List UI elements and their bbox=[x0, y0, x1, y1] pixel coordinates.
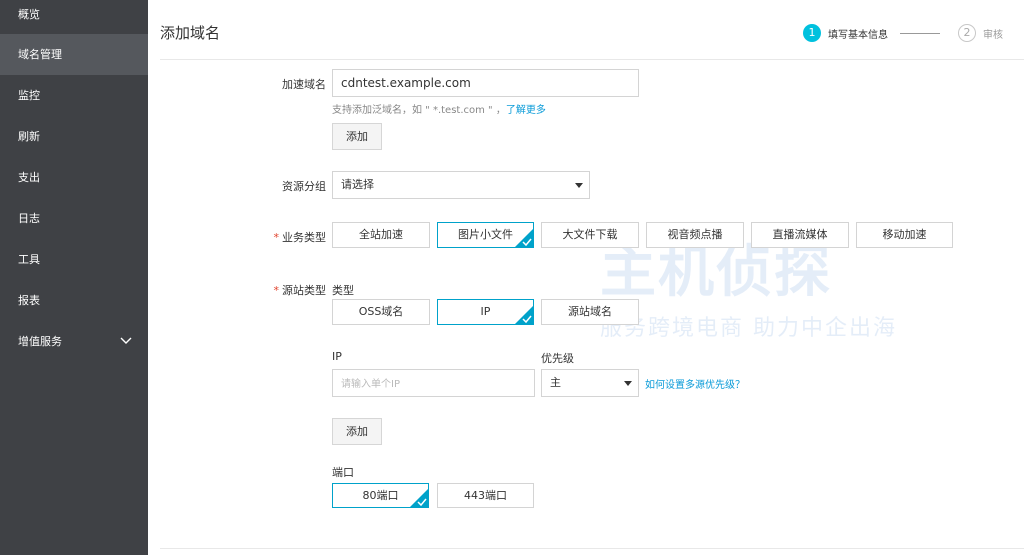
ip-label: IP bbox=[332, 350, 342, 363]
port-option-label: 80端口 bbox=[362, 489, 399, 502]
sidebar-item-label: 监控 bbox=[18, 89, 40, 102]
priority-label: 优先级 bbox=[541, 352, 574, 365]
priority-select[interactable]: 主 bbox=[541, 369, 639, 397]
business-option-full-site[interactable]: 全站加速 bbox=[332, 222, 430, 248]
caret-down-icon bbox=[575, 183, 583, 188]
group-select-value: 请选择 bbox=[341, 178, 374, 191]
origin-type-label: 类型 bbox=[332, 284, 354, 297]
port-label: 端口 bbox=[332, 466, 354, 479]
sidebar-item-refresh[interactable]: 刷新 bbox=[0, 116, 148, 157]
sidebar-item-domain-management[interactable]: 域名管理 bbox=[0, 34, 148, 75]
ip-input[interactable] bbox=[332, 369, 535, 397]
sidebar-item-monitor[interactable]: 监控 bbox=[0, 75, 148, 116]
sidebar-item-value-added[interactable]: 增值服务 bbox=[0, 321, 148, 362]
divider bbox=[160, 548, 1024, 549]
step-label: 填写基本信息 bbox=[828, 29, 888, 41]
sidebar-item-label: 报表 bbox=[18, 294, 40, 307]
sidebar-item-overview[interactable]: 概览 bbox=[0, 0, 148, 34]
origin-label: * 源站类型 bbox=[273, 284, 327, 297]
sidebar-item-reports[interactable]: 报表 bbox=[0, 280, 148, 321]
chevron-down-icon bbox=[120, 337, 132, 344]
sidebar: 概览 域名管理 监控 刷新 支出 日志 工具 报表 增值服务 bbox=[0, 0, 148, 555]
divider bbox=[160, 59, 1024, 60]
priority-select-value: 主 bbox=[550, 376, 561, 389]
domain-label: 加速域名 bbox=[282, 78, 326, 91]
selected-check-icon bbox=[515, 229, 533, 247]
origin-type-oss[interactable]: OSS域名 bbox=[332, 299, 430, 325]
sidebar-item-label: 增值服务 bbox=[18, 335, 62, 348]
sidebar-item-label: 刷新 bbox=[18, 130, 40, 143]
page-title: 添加域名 bbox=[160, 24, 221, 42]
business-label-text: 业务类型 bbox=[282, 231, 326, 244]
group-select[interactable]: 请选择 bbox=[332, 171, 590, 199]
learn-more-link[interactable]: 了解更多 bbox=[506, 105, 546, 116]
origin-type-domain[interactable]: 源站域名 bbox=[541, 299, 639, 325]
port-option-443[interactable]: 443端口 bbox=[437, 483, 534, 508]
add-ip-button[interactable]: 添加 bbox=[332, 418, 382, 445]
group-label: 资源分组 bbox=[282, 180, 326, 193]
watermark-slogan: 服务跨境电商 助力中企出海 bbox=[600, 316, 897, 341]
sidebar-item-label: 概览 bbox=[18, 8, 40, 21]
main-content: 添加域名 1 填写基本信息 2 审核 主机侦探 服务跨境电商 助力中企出海 加速… bbox=[148, 0, 1024, 555]
sidebar-item-logs[interactable]: 日志 bbox=[0, 198, 148, 239]
step-connector bbox=[900, 32, 940, 34]
sidebar-item-expense[interactable]: 支出 bbox=[0, 157, 148, 198]
business-option-vod[interactable]: 视音频点播 bbox=[646, 222, 744, 248]
sidebar-item-label: 日志 bbox=[18, 212, 40, 225]
business-option-live[interactable]: 直播流媒体 bbox=[751, 222, 849, 248]
step-label: 审核 bbox=[983, 29, 1003, 41]
domain-input[interactable] bbox=[332, 69, 639, 97]
priority-help-link[interactable]: 如何设置多源优先级？ bbox=[645, 376, 745, 391]
domain-hint-text: 支持添加泛域名，如 " *.test.com " ， bbox=[332, 105, 506, 116]
caret-down-icon bbox=[624, 381, 632, 386]
business-option-large-file[interactable]: 大文件下载 bbox=[541, 222, 639, 248]
add-domain-button[interactable]: 添加 bbox=[332, 123, 382, 150]
step-indicator: 1 填写基本信息 2 审核 bbox=[803, 24, 1003, 42]
business-option-label: 图片小文件 bbox=[458, 228, 513, 241]
step-number: 2 bbox=[958, 24, 976, 42]
selected-check-icon bbox=[410, 489, 428, 507]
origin-label-text: 源站类型 bbox=[282, 284, 326, 297]
origin-type-ip[interactable]: IP bbox=[437, 299, 534, 325]
selected-check-icon bbox=[515, 306, 533, 324]
business-option-image-small-file[interactable]: 图片小文件 bbox=[437, 222, 534, 248]
sidebar-item-tools[interactable]: 工具 bbox=[0, 239, 148, 280]
origin-type-label-text: IP bbox=[480, 305, 491, 318]
domain-hint: 支持添加泛域名，如 " *.test.com " ，了解更多 bbox=[332, 101, 546, 116]
business-label: * 业务类型 bbox=[273, 231, 327, 244]
business-option-mobile[interactable]: 移动加速 bbox=[856, 222, 953, 248]
sidebar-item-label: 支出 bbox=[18, 171, 40, 184]
step-number: 1 bbox=[803, 24, 821, 42]
port-option-80[interactable]: 80端口 bbox=[332, 483, 429, 508]
sidebar-item-label: 工具 bbox=[18, 253, 40, 266]
sidebar-item-label: 域名管理 bbox=[18, 48, 62, 61]
